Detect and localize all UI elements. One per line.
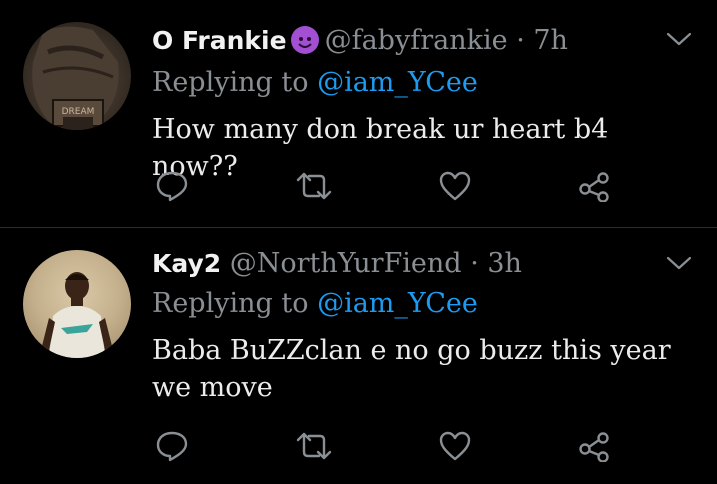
retweet-icon[interactable] xyxy=(295,430,333,462)
tweet-2[interactable]: Kay2 @NorthYurFiend · 3h Replying to @ia… xyxy=(0,228,717,484)
separator-dot: · xyxy=(516,25,525,56)
display-name[interactable]: O Frankie xyxy=(152,26,287,55)
tweet-text: How many don break ur heart b4 now?? xyxy=(152,114,609,182)
avatar[interactable]: DREAM xyxy=(23,22,131,130)
tweet-header: O Frankie @fabyfrankie · 7h xyxy=(152,25,568,56)
user-handle[interactable]: @fabyfrankie xyxy=(325,25,508,56)
timestamp[interactable]: 7h xyxy=(533,25,568,56)
chevron-down-icon[interactable] xyxy=(666,254,692,272)
tweet-1[interactable]: DREAM O Frankie @fabyfrankie · 7h Replyin… xyxy=(0,0,717,227)
display-name[interactable]: Kay2 xyxy=(152,249,221,278)
replying-prefix: Replying to xyxy=(152,288,318,319)
tweet-header: Kay2 @NorthYurFiend · 3h xyxy=(152,248,522,279)
heart-icon[interactable] xyxy=(438,170,472,202)
reply-icon[interactable] xyxy=(155,170,189,202)
mention-link[interactable]: @iam_YCee xyxy=(317,288,478,319)
replying-prefix: Replying to xyxy=(152,67,318,98)
replying-to: Replying to @iam_YCee xyxy=(152,288,478,319)
person-avatar-image xyxy=(41,272,113,358)
replying-to: Replying to @iam_YCee xyxy=(152,67,478,98)
retweet-icon[interactable] xyxy=(295,170,333,202)
timestamp[interactable]: 3h xyxy=(487,248,522,279)
tweet-text: Baba BuZZclan e no go buzz this year we … xyxy=(152,335,671,403)
reply-icon[interactable] xyxy=(155,430,189,462)
heart-icon[interactable] xyxy=(438,430,472,462)
share-icon[interactable] xyxy=(577,430,611,462)
smiling-imp-emoji-icon xyxy=(290,26,319,54)
chevron-down-icon[interactable] xyxy=(666,30,692,48)
tattoo-avatar-image: DREAM xyxy=(32,26,119,130)
mention-link[interactable]: @iam_YCee xyxy=(317,67,478,98)
avatar[interactable] xyxy=(23,250,131,358)
share-icon[interactable] xyxy=(577,170,611,202)
svg-text:DREAM: DREAM xyxy=(62,107,95,117)
user-handle[interactable]: @NorthYurFiend xyxy=(230,248,462,279)
separator-dot: · xyxy=(470,248,479,279)
